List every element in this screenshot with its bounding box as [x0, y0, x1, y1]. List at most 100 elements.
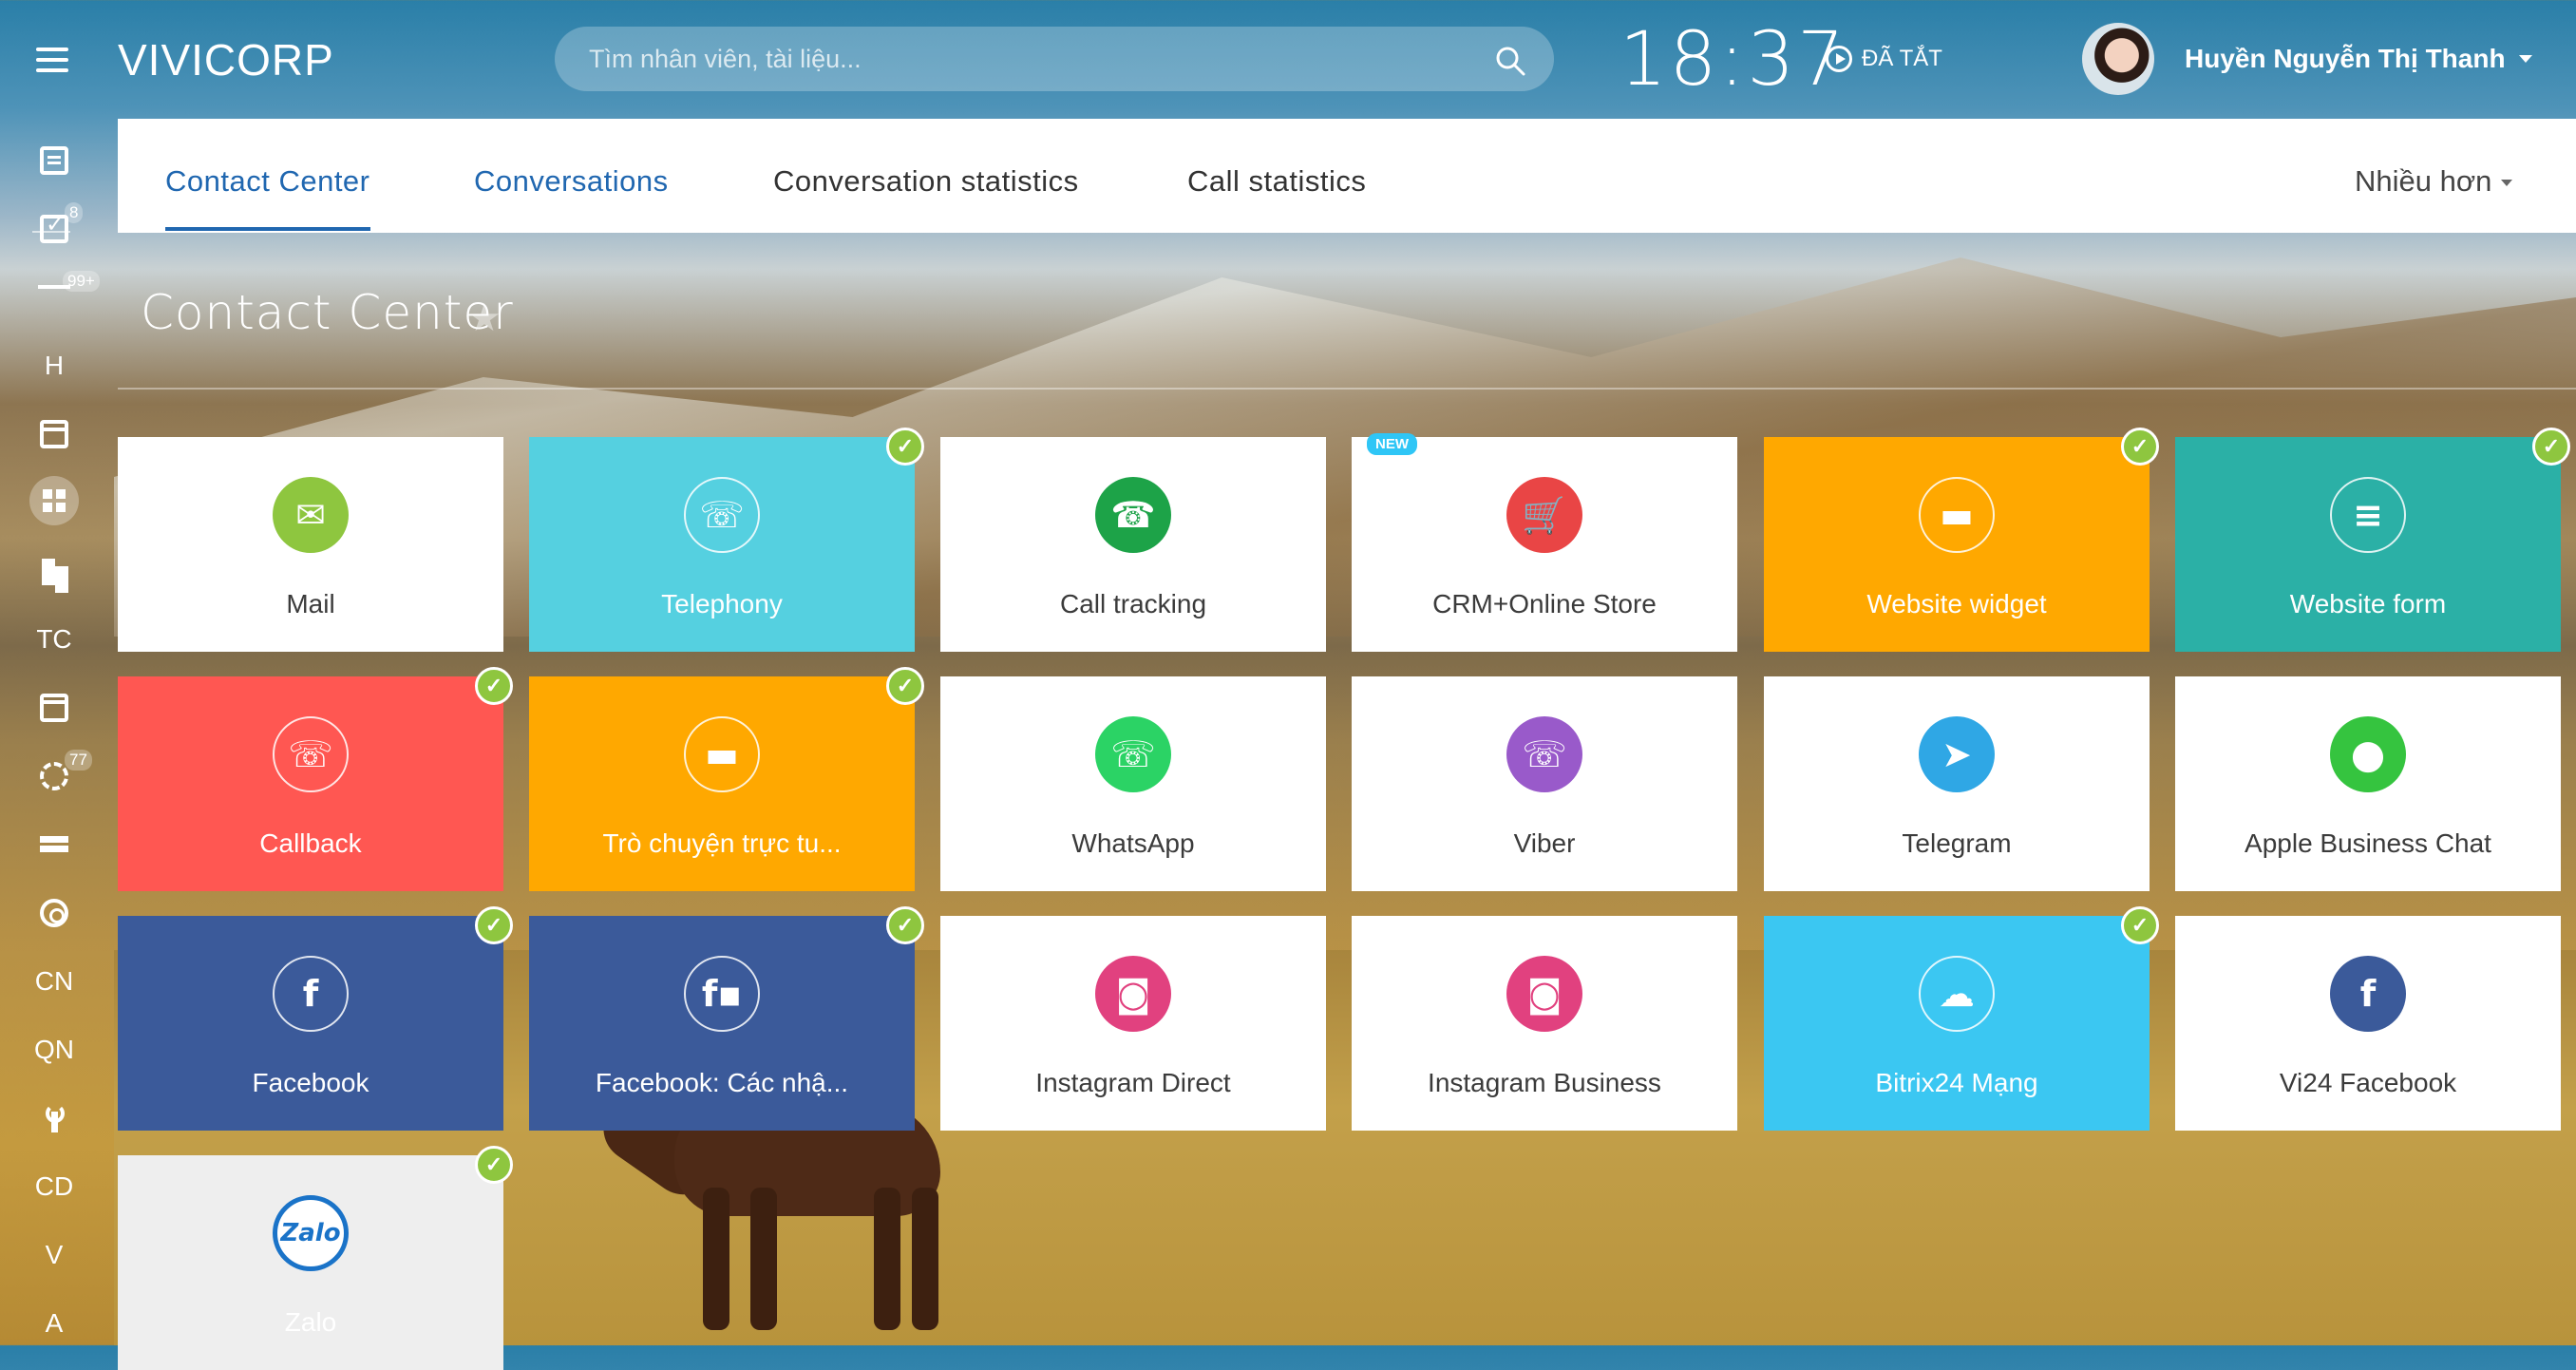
drive-icon	[40, 830, 68, 859]
instagram-business-icon: ◙	[1506, 956, 1582, 1032]
sync-icon	[40, 762, 68, 790]
sidebar-item-company[interactable]	[21, 544, 87, 598]
hamburger-menu-icon[interactable]	[36, 48, 68, 72]
connector-tile[interactable]: f Vi24 Facebook	[2175, 916, 2561, 1131]
tasks-badge: 8	[65, 202, 84, 223]
connected-check-icon: ✓	[475, 906, 513, 944]
window-icon	[40, 694, 68, 722]
phone-icon: ☏	[684, 477, 760, 553]
user-avatar[interactable]	[2082, 23, 2154, 95]
connector-tile[interactable]: Zalo Zalo ✓	[118, 1146, 513, 1370]
search-input[interactable]	[555, 27, 1554, 91]
sidebar-item-cn[interactable]: CN	[21, 955, 87, 1008]
tab-conversation-statistics[interactable]: Conversation statistics	[773, 164, 1079, 199]
sync-badge: 77	[65, 750, 92, 771]
connector-tile-label: Zalo	[284, 1307, 337, 1337]
sidebar-item-h[interactable]: H	[21, 339, 87, 392]
grid-icon	[29, 476, 79, 525]
connector-tile[interactable]: ▬ Website widget ✓	[1764, 428, 2159, 652]
connector-tile[interactable]: ☏ WhatsApp	[940, 676, 1326, 891]
sidebar-item-v[interactable]: V	[21, 1228, 87, 1282]
connector-tile[interactable]: ☏ Telephony ✓	[529, 428, 924, 652]
facebook-comments-icon: f▪	[684, 956, 760, 1032]
mail-icon: ✉	[273, 477, 349, 553]
calendar-icon	[40, 420, 68, 448]
user-name[interactable]: Huyền Nguyễn Thị Thanh	[2185, 44, 2506, 74]
search-icon[interactable]	[1493, 44, 1527, 78]
connector-tile-label: Facebook: Các nhậ...	[595, 1068, 849, 1097]
connector-tile[interactable]: ◙ Instagram Business	[1352, 916, 1737, 1131]
form-icon: ≡	[2330, 477, 2406, 553]
more-tabs-menu[interactable]: Nhiều hơn	[2355, 164, 2513, 199]
sidebar-item-cd[interactable]: CD	[21, 1160, 87, 1213]
play-icon	[1826, 46, 1852, 72]
connector-tile-label: Website form	[2289, 589, 2447, 618]
sidebar-item-goals[interactable]	[21, 886, 87, 940]
chat-icon: ▬	[1919, 477, 1995, 553]
connector-tile-label: Instagram Business	[1428, 1068, 1661, 1097]
connected-check-icon: ✓	[475, 667, 513, 705]
tab-conversations[interactable]: Conversations	[474, 164, 669, 199]
connected-check-icon: ✓	[2532, 428, 2570, 466]
connector-tile[interactable]: ➤ Telegram	[1764, 676, 2150, 891]
sidebar-item-qn[interactable]: QN	[21, 1023, 87, 1076]
connector-tile-label: CRM+Online Store	[1432, 589, 1657, 618]
telegram-icon: ➤	[1919, 716, 1995, 792]
tab-call-statistics[interactable]: Call statistics	[1187, 164, 1366, 199]
active-tab-indicator	[165, 227, 370, 231]
connector-tile[interactable]: 🛒 CRM+Online Store NEW	[1352, 433, 1737, 652]
connected-check-icon: ✓	[2121, 428, 2159, 466]
left-sidebar: 8 99+ H TC 77 CN QN CD V A	[0, 119, 108, 1345]
sidebar-item-automation[interactable]: 77	[21, 750, 92, 803]
zalo-icon: Zalo	[273, 1195, 349, 1271]
sidebar-item-contact-center[interactable]	[21, 474, 87, 527]
sidebar-item-tc[interactable]: TC	[21, 613, 87, 666]
sidebar-item-crm[interactable]: 99+	[21, 271, 100, 324]
connector-tile[interactable]: ✉ Mail	[118, 437, 503, 652]
chevron-down-icon	[2501, 180, 2513, 187]
connector-tile[interactable]: ● Apple Business Chat	[2175, 676, 2561, 891]
cloud-icon: ☁	[1919, 956, 1995, 1032]
sidebar-item-feed[interactable]	[21, 134, 87, 187]
connector-tile-label: Apple Business Chat	[2245, 828, 2491, 858]
connector-tile-label: Instagram Direct	[1035, 1068, 1231, 1097]
connector-tile-label: Bitrix24 Mạng	[1875, 1068, 2038, 1097]
company-logo[interactable]: VIVICORP	[118, 34, 334, 86]
connector-tile[interactable]: ☏ Callback ✓	[118, 667, 513, 891]
connector-tile[interactable]: f Facebook ✓	[118, 906, 513, 1131]
connected-check-icon: ✓	[886, 667, 924, 705]
connector-tile[interactable]: ☎ Call tracking	[940, 437, 1326, 652]
target-icon	[40, 899, 68, 927]
sidebar-item-drive[interactable]	[21, 818, 87, 871]
connector-tile[interactable]: ◙ Instagram Direct	[940, 916, 1326, 1131]
building-icon	[40, 557, 68, 585]
connected-check-icon: ✓	[475, 1146, 513, 1184]
sidebar-item-a[interactable]: A	[21, 1297, 87, 1350]
tab-contact-center[interactable]: Contact Center	[165, 164, 370, 199]
connector-tile-label: Facebook	[252, 1068, 369, 1097]
connector-tile-label: Call tracking	[1059, 589, 1207, 618]
sidebar-item-tasks[interactable]: 8	[21, 202, 87, 256]
connected-check-icon: ✓	[886, 906, 924, 944]
connector-tile[interactable]: ☁ Bitrix24 Mạng ✓	[1764, 906, 2159, 1131]
chevron-down-icon[interactable]	[2519, 55, 2532, 63]
connector-tile[interactable]: f▪ Facebook: Các nhậ... ✓	[529, 906, 924, 1131]
sidebar-item-settings[interactable]	[21, 1092, 87, 1145]
favorite-star-icon[interactable]: ★	[467, 296, 502, 340]
connector-tile-label: Viber	[1513, 828, 1576, 858]
tasks-icon	[40, 211, 68, 243]
more-tabs-label: Nhiều hơn	[2355, 164, 2492, 198]
sidebar-item-sites[interactable]	[21, 681, 87, 734]
connector-tile-label: Telephony	[661, 589, 783, 618]
instagram-direct-icon: ◙	[1095, 956, 1171, 1032]
facebook-icon: f	[2330, 956, 2406, 1032]
facebook-icon: f	[273, 956, 349, 1032]
sidebar-item-calendar[interactable]	[21, 408, 87, 461]
workday-status-button[interactable]: ĐÃ TẮT	[1826, 46, 1942, 72]
new-badge: NEW	[1367, 433, 1417, 455]
connector-tile[interactable]: ☏ Viber	[1352, 676, 1737, 891]
connector-tile[interactable]: ▬ Trò chuyện trực tu... ✓	[529, 667, 924, 891]
connector-tile[interactable]: ≡ Website form ✓	[2175, 428, 2570, 652]
connected-check-icon: ✓	[886, 428, 924, 466]
viber-icon: ☏	[1506, 716, 1582, 792]
